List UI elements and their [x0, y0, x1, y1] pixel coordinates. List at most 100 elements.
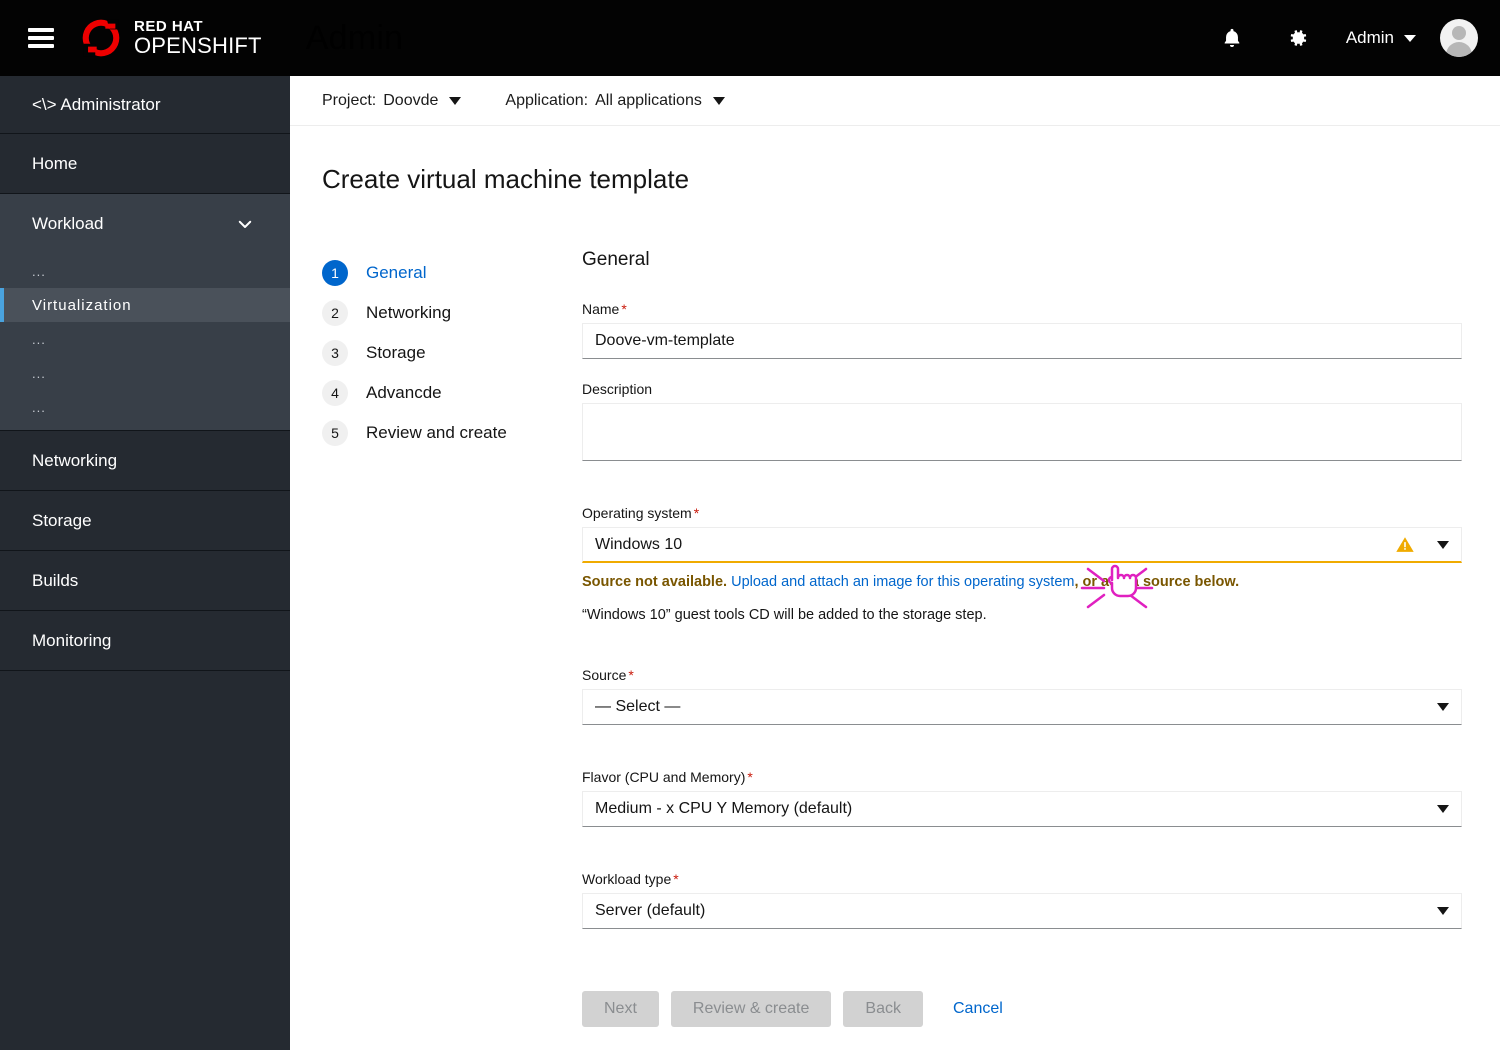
wizard-step-storage[interactable]: 3 Storage: [322, 333, 582, 373]
avatar-head: [1452, 26, 1466, 40]
project-selector-value: Doovde: [383, 91, 439, 109]
source-value: — Select —: [595, 698, 681, 716]
masthead-toolbar: Admin: [1212, 18, 1478, 58]
source-label: Source *: [582, 667, 1424, 683]
step-number: 2: [322, 300, 348, 326]
flavor-value: Medium - x CPU Y Memory (default): [595, 800, 853, 818]
operating-system-label-text: Operating system: [582, 505, 692, 521]
bell-glyph: [1224, 28, 1240, 47]
source-not-available-helper: Source not available. Upload and attach …: [582, 572, 1424, 592]
required-marker: *: [673, 871, 679, 888]
caret-down-icon: [1437, 805, 1449, 814]
hamburger-icon[interactable]: [28, 28, 54, 48]
required-marker: *: [693, 505, 700, 521]
sidebar-subitem-placeholder-1[interactable]: ...: [0, 254, 290, 288]
sidebar-item-networking[interactable]: Networking: [0, 431, 290, 491]
field-name: Name * Doove-vm-template: [582, 301, 1462, 359]
chevron-down-icon: [1404, 34, 1416, 42]
general-form: General Name * Doove-vm-template Descript…: [582, 249, 1464, 1028]
perspective-label: <\> Administrator: [32, 94, 161, 114]
brand-openshift-text: OPENSHIFT: [134, 33, 262, 58]
sidebar-subitem-placeholder-2[interactable]: ...: [0, 322, 290, 356]
bell-icon[interactable]: [1212, 18, 1252, 58]
cancel-button[interactable]: Cancel: [935, 991, 1021, 1027]
brand-logo[interactable]: RED HAT OPENSHIFT: [78, 15, 262, 61]
field-description: Description: [582, 381, 1462, 461]
upload-image-link[interactable]: Upload and attach an image for this oper…: [731, 574, 1074, 590]
warning-glyph: [1396, 537, 1414, 552]
workload-type-select[interactable]: Server (default): [582, 893, 1462, 930]
sidebar-item-home[interactable]: Home: [0, 134, 290, 194]
red-hat-logo-icon: [82, 19, 120, 57]
source-label-text: Source: [582, 667, 627, 684]
sidebar-item-storage[interactable]: Storage: [0, 491, 290, 551]
step-number: 5: [322, 420, 348, 446]
sidebar-subitem-placeholder-4[interactable]: ...: [0, 390, 290, 424]
step-number: 4: [322, 380, 348, 406]
sidebar-item-builds[interactable]: Builds: [0, 551, 290, 611]
sidebar-item-virtualization[interactable]: Virtualization: [0, 288, 290, 322]
description-textarea[interactable]: [582, 403, 1462, 461]
caret-down-icon: [449, 96, 462, 105]
avatar-body: [1446, 42, 1472, 57]
sidebar-subitem-label: ...: [32, 365, 46, 381]
flavor-label-text: Flavor (CPU and Memory): [582, 769, 746, 786]
sidebar-group-label: Workload: [32, 214, 104, 233]
operating-system-value: Windows 10: [595, 535, 683, 553]
review-and-create-button[interactable]: Review & create: [670, 991, 832, 1028]
flavor-label: Flavor (CPU and Memory) *: [582, 769, 1424, 785]
sidebar-subitem-placeholder-3[interactable]: ...: [0, 356, 290, 390]
sidebar-group-workload[interactable]: Workload: [0, 194, 290, 254]
flavor-select[interactable]: Medium - x CPU Y Memory (default): [582, 791, 1462, 828]
sidebar-subitem-label: ...: [32, 331, 46, 347]
required-marker: *: [621, 301, 627, 317]
step-number: 3: [322, 340, 348, 366]
operating-system-select[interactable]: Windows 10: [582, 527, 1462, 563]
source-not-available-text: Source not available.: [582, 574, 728, 590]
sidebar-subitem-label: ...: [32, 263, 46, 279]
wizard-step-list: 1 General 2 Networking 3 Storage 4 Advan…: [322, 249, 582, 1027]
form-section-title: General: [582, 249, 650, 270]
project-selector[interactable]: Project: Doovde: [322, 91, 462, 110]
step-number: 1: [322, 260, 348, 286]
application-selector[interactable]: Application: All applications: [505, 91, 725, 110]
masthead: RED HAT OPENSHIFT Admin Admin: [0, 0, 1500, 76]
wizard: 1 General 2 Networking 3 Storage 4 Advan…: [290, 249, 1500, 1028]
sidebar-item-label: Monitoring: [32, 630, 112, 650]
wizard-step-networking[interactable]: 2 Networking: [322, 293, 582, 333]
caret-down-icon: [1437, 703, 1449, 712]
name-label-text: Name: [582, 301, 620, 317]
workload-type-value: Server (default): [595, 902, 706, 920]
gear-icon[interactable]: [1278, 18, 1318, 58]
required-marker: *: [628, 667, 634, 684]
name-input[interactable]: Doove-vm-template: [582, 323, 1462, 359]
sidebar-group-workload-children: ... Virtualization ... ... ...: [0, 254, 290, 431]
field-source: Source * — Select —: [582, 667, 1462, 726]
step-label: Networking: [366, 303, 452, 322]
perspective-switcher[interactable]: <\> Administrator: [0, 76, 290, 134]
main-content: Project: Doovde Application: All applica…: [290, 76, 1500, 1050]
step-label: Review and create: [366, 423, 507, 442]
source-select[interactable]: — Select —: [582, 689, 1462, 726]
gear-glyph: [1290, 30, 1306, 46]
wizard-step-advanced[interactable]: 4 Advancde: [322, 373, 582, 413]
user-menu[interactable]: Admin: [1346, 28, 1416, 48]
description-label: Description: [582, 381, 653, 397]
wizard-footer-actions: Next Review & create Back Cancel: [582, 991, 1424, 1028]
operating-system-label: Operating system *: [582, 505, 1424, 521]
wizard-step-review-and-create[interactable]: 5 Review and create: [322, 413, 582, 453]
back-button[interactable]: Back: [843, 991, 923, 1028]
workload-type-label-text: Workload type: [582, 871, 672, 888]
sidebar-item-monitoring[interactable]: Monitoring: [0, 611, 290, 671]
name-input-value: Doove-vm-template: [595, 332, 735, 349]
field-flavor: Flavor (CPU and Memory) * Medium - x CPU …: [582, 769, 1462, 828]
avatar[interactable]: [1440, 19, 1478, 57]
step-label: General: [366, 263, 427, 282]
brand-redhat-text: RED HAT: [134, 18, 204, 35]
next-button[interactable]: Next: [582, 991, 659, 1028]
add-source-below-text: , or add a source below.: [1074, 574, 1240, 590]
application-selector-value: All applications: [595, 91, 702, 109]
wizard-step-general[interactable]: 1 General: [322, 253, 582, 293]
field-operating-system: Operating system* Windows 10 Source not: [582, 505, 1462, 623]
workload-type-label: Workload type *: [582, 871, 1424, 887]
